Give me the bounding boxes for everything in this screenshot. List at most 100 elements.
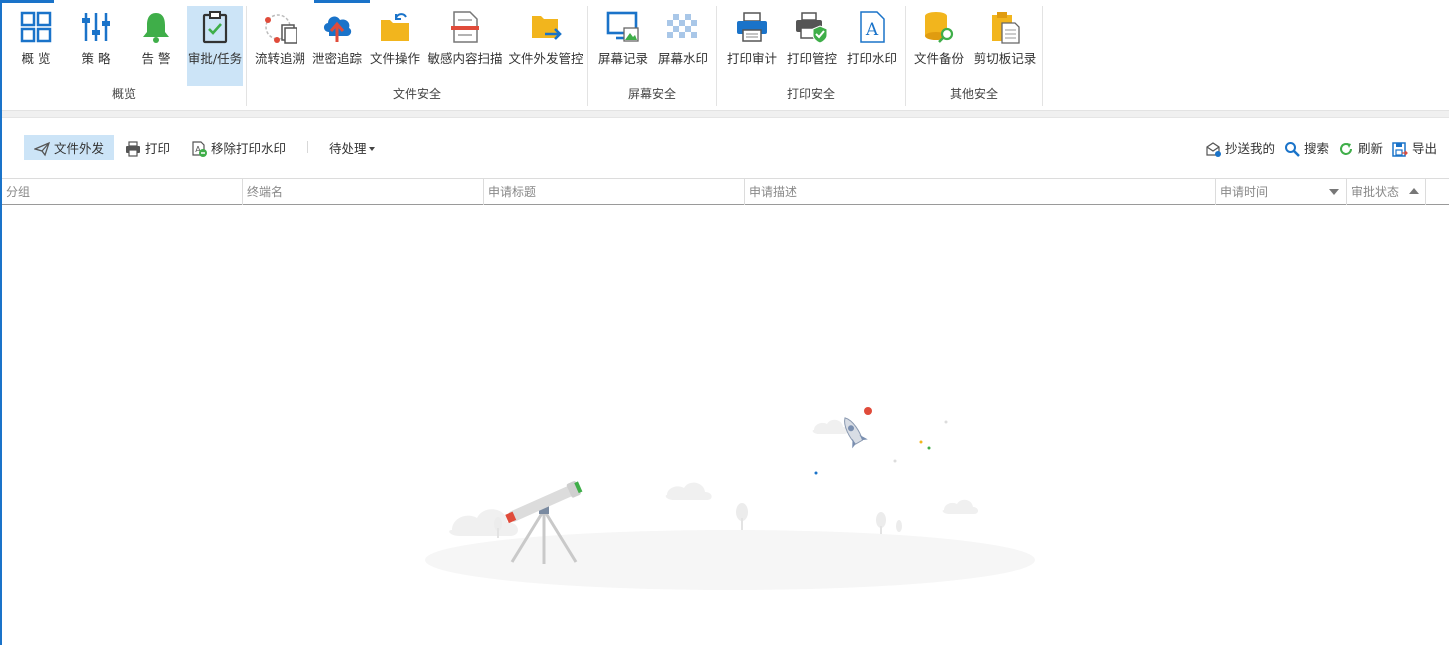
- approval-clipboard-icon: [202, 11, 228, 44]
- ribbon-button-overview[interactable]: 概 览: [8, 6, 64, 86]
- ribbon-button-label: 概 览: [21, 51, 51, 66]
- ribbon-button-label: 文件外发管控: [508, 51, 584, 66]
- ribbon-group-label: 文件安全: [392, 87, 441, 101]
- search-icon: [1285, 141, 1300, 157]
- ribbon-button-clipboard-record[interactable]: 剪切板记录: [972, 6, 1038, 86]
- ribbon-button-approval[interactable]: 审批/任务: [187, 6, 243, 86]
- ribbon-button-leak-trace[interactable]: 泄密追踪: [310, 6, 364, 86]
- file-backup-icon: [925, 12, 954, 43]
- print-label: 打印: [145, 141, 171, 156]
- ribbon-group-label: 打印安全: [786, 87, 835, 101]
- flow-trace-icon: [265, 14, 297, 44]
- ribbon-button-print-watermark[interactable]: A 打印水印: [843, 6, 901, 86]
- ribbon-button-label: 泄密追踪: [311, 51, 362, 66]
- ribbon-group-screen-security: 屏幕记录 屏幕水印 屏幕安全: [588, 6, 717, 106]
- ribbon-button-flow-trace[interactable]: 流转追溯: [253, 6, 307, 86]
- column-header-time-label: 申请时间: [1220, 185, 1269, 199]
- export-label: 导出: [1412, 141, 1438, 156]
- ribbon-button-file-operation[interactable]: 文件操作: [368, 6, 422, 86]
- export-button[interactable]: 导出: [1392, 135, 1437, 160]
- column-header-title[interactable]: 申请标题: [484, 179, 745, 205]
- ribbon-group-print-security: 打印审计 打印管控 A 打印水印 打印安全: [717, 6, 906, 106]
- ribbon-button-label: 剪切板记录: [973, 51, 1037, 66]
- empty-state-illustration: [425, 407, 1035, 590]
- send-icon: [34, 141, 50, 156]
- ribbon-button-label: 打印管控: [786, 51, 837, 66]
- sort-asc-icon[interactable]: [1409, 188, 1419, 194]
- ribbon-button-label: 屏幕记录: [597, 51, 648, 66]
- ribbon-button-label: 文件备份: [913, 51, 964, 66]
- ribbon-group-label: 其他安全: [949, 87, 998, 101]
- file-outbound-folder-icon: [532, 16, 562, 40]
- ribbon-button-label: 告 警: [141, 51, 171, 66]
- column-header-status-label: 审批状态: [1351, 185, 1400, 199]
- file-outbound-button[interactable]: 文件外发: [24, 135, 115, 160]
- ribbon-button-sensitive-scan[interactable]: 敏感内容扫描: [427, 6, 503, 86]
- cc-mail-icon: [1206, 141, 1221, 157]
- column-header-group[interactable]: 分组: [2, 179, 243, 205]
- ribbon-button-label: 策 略: [81, 51, 111, 66]
- remove-print-watermark-button[interactable]: A 移除打印水印: [191, 135, 286, 160]
- ribbon-button-policy[interactable]: 策 略: [68, 6, 124, 86]
- ribbon-button-print-control[interactable]: 打印管控: [783, 6, 841, 86]
- alarm-bell-icon: [143, 13, 169, 43]
- print-watermark-icon: A: [860, 11, 885, 43]
- ribbon-button-alarm[interactable]: 告 警: [128, 6, 184, 86]
- pending-filter-dropdown[interactable]: 待处理: [329, 135, 375, 160]
- remove-print-watermark-label: 移除打印水印: [211, 141, 287, 156]
- search-label: 搜索: [1304, 141, 1330, 156]
- ribbon-group-overview: 概 览 策 略 告 警 审批/任务 概览: [2, 6, 247, 106]
- app-window: 概 览 策 略 告 警 审批/任务 概览 流转追溯 泄密追踪 文件操作 敏感内容…: [0, 0, 1449, 645]
- ribbon-button-label: 打印审计: [726, 51, 777, 66]
- svg-text:A: A: [865, 20, 879, 40]
- column-header-time[interactable]: 申请时间: [1216, 179, 1347, 205]
- sensitive-scan-icon: [451, 11, 479, 43]
- print-audit-icon: [737, 12, 767, 42]
- toolbar-separator: [307, 141, 308, 153]
- printer-icon: [126, 140, 140, 157]
- ribbon: 概 览 策 略 告 警 审批/任务 概览 流转追溯 泄密追踪 文件操作 敏感内容…: [2, 0, 1449, 111]
- cc-me-label: 抄送我的: [1225, 141, 1276, 156]
- file-outbound-label: 文件外发: [54, 141, 105, 156]
- column-header-description[interactable]: 申请描述: [745, 179, 1216, 205]
- ribbon-button-label: 流转追溯: [254, 51, 305, 66]
- ribbon-divider: [2, 111, 1449, 118]
- ribbon-button-label: 审批/任务: [187, 51, 243, 66]
- ribbon-button-screen-watermark[interactable]: 屏幕水印: [654, 6, 712, 86]
- ribbon-button-file-outbound-control[interactable]: 文件外发管控: [507, 6, 585, 86]
- refresh-label: 刷新: [1358, 141, 1384, 156]
- remove-watermark-icon: A: [192, 140, 207, 157]
- clipboard-record-icon: [992, 12, 1020, 44]
- ribbon-button-label: 打印水印: [846, 51, 897, 66]
- ribbon-group-label: 概览: [111, 87, 136, 101]
- ribbon-active-indicator: [2, 0, 54, 3]
- ribbon-button-print-audit[interactable]: 打印审计: [723, 6, 781, 86]
- chevron-down-icon: [368, 146, 375, 151]
- ribbon-button-screen-record[interactable]: 屏幕记录: [594, 6, 652, 86]
- ribbon-group-file-security: 流转追溯 泄密追踪 文件操作 敏感内容扫描 文件外发管控 文件安全: [247, 6, 588, 106]
- export-icon: [1392, 141, 1408, 157]
- print-control-icon: [796, 12, 828, 44]
- toolbar: 文件外发 打印 A 移除打印水印 待处理 抄送我的 搜索 刷新 导出: [2, 119, 1449, 177]
- pending-filter-label: 待处理: [329, 141, 367, 156]
- screen-record-icon: [606, 11, 639, 42]
- ribbon-button-label: 文件操作: [369, 51, 420, 66]
- column-header-terminal[interactable]: 终端名: [243, 179, 484, 205]
- refresh-button[interactable]: 刷新: [1338, 135, 1383, 160]
- overview-grid-icon: [20, 11, 52, 43]
- ribbon-button-label: 屏幕水印: [657, 51, 708, 66]
- sort-desc-icon[interactable]: [1329, 189, 1339, 195]
- leak-trace-cloud-icon: [323, 16, 352, 42]
- search-button[interactable]: 搜索: [1284, 135, 1329, 160]
- ribbon-button-file-backup[interactable]: 文件备份: [910, 6, 968, 86]
- file-operation-folder-icon: [381, 13, 409, 41]
- refresh-icon: [1340, 142, 1352, 155]
- ribbon-button-label: 敏感内容扫描: [427, 51, 503, 66]
- policy-sliders-icon: [82, 13, 110, 41]
- cc-me-button[interactable]: 抄送我的: [1205, 135, 1275, 160]
- ribbon-group-other-security: 文件备份 剪切板记录 其他安全: [906, 6, 1043, 106]
- ribbon-active-indicator: [314, 0, 370, 3]
- table-header: 分组 终端名 申请标题 申请描述 申请时间 审批状态: [2, 178, 1449, 205]
- print-button[interactable]: 打印: [125, 135, 170, 160]
- ribbon-group-label: 屏幕安全: [627, 87, 676, 101]
